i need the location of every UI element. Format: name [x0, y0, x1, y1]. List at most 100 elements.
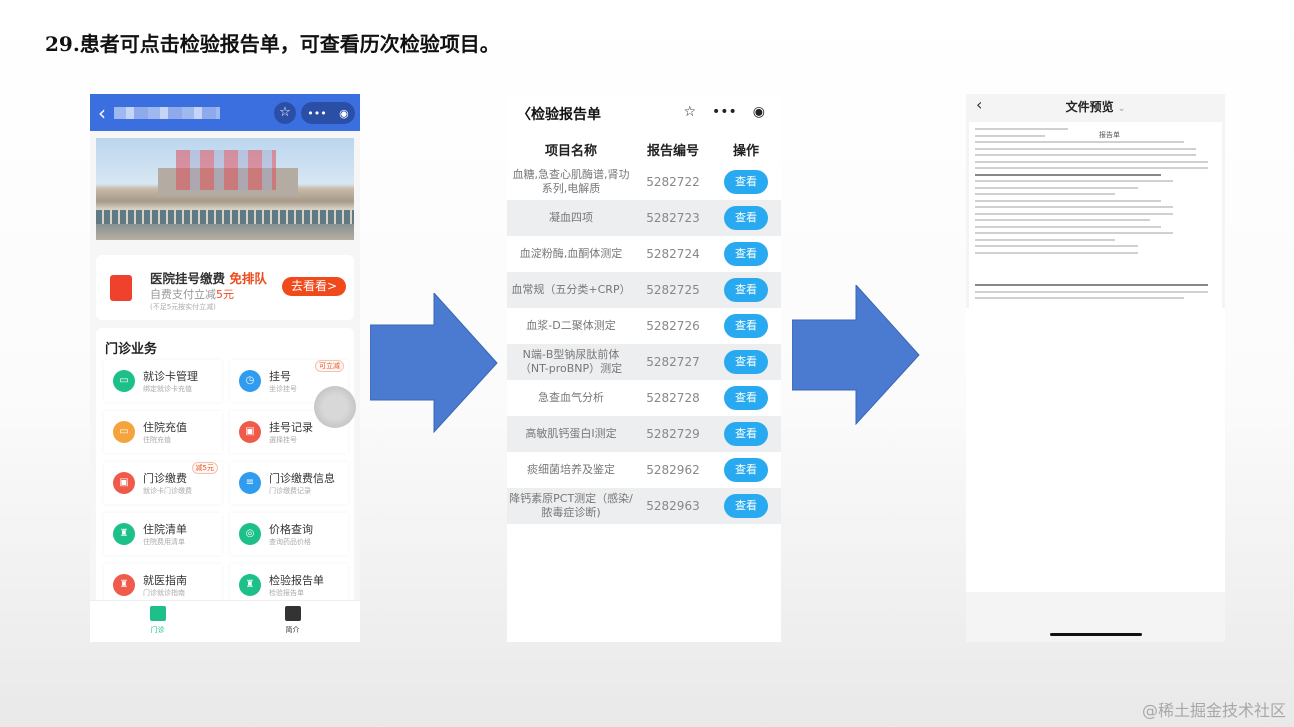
item-name: N端-B型钠尿肽前体（NT-proBNP）测定	[519, 348, 623, 375]
document-text-line	[975, 232, 1173, 234]
list-icon: ≡	[239, 472, 261, 494]
service-item[interactable]: ◎ 价格查询 查询药品价格	[230, 513, 348, 555]
document-text-line	[975, 167, 1208, 169]
outpatient-services: 门诊业务 ▭ 就诊卡管理 绑定就诊卡充值 ◷ 挂号 坐诊挂号 可立减 ▭ 住院充值 住…	[96, 328, 354, 608]
close-target-icon[interactable]: ◉	[339, 107, 349, 120]
view-button[interactable]: 查看	[724, 350, 768, 374]
tab-1[interactable]: 简介	[225, 601, 360, 642]
service-sub: 就诊卡门诊缴费	[143, 487, 192, 495]
more-icon[interactable]: •••	[307, 107, 326, 120]
table-header: 项目名称 报告编号 操作	[507, 134, 781, 164]
service-item[interactable]: ♜ 住院清单 住院费用清单	[104, 513, 222, 555]
target-icon[interactable]: ◉	[753, 104, 765, 120]
document-text-line	[975, 186, 1138, 189]
table-row: 凝血四项 5282723 查看	[507, 200, 781, 236]
document-text-line	[975, 180, 1173, 182]
document-text-line	[975, 212, 1173, 215]
card-icon: ▭	[113, 370, 135, 392]
page-title: 文件预览	[1065, 100, 1114, 114]
service-sub: 门诊就诊指南	[143, 589, 185, 597]
service-name: 门诊缴费信息	[269, 472, 335, 485]
view-button[interactable]: 查看	[724, 494, 768, 518]
service-sub: 门诊缴费记录	[269, 487, 311, 495]
table-row: 血浆-D二聚体测定 5282726 查看	[507, 308, 781, 344]
nav-bar: ‹ 文件预览 ⌄	[966, 94, 1225, 118]
view-button[interactable]: 查看	[724, 314, 768, 338]
view-button[interactable]: 查看	[724, 206, 768, 230]
table-row: 血糖,急查心肌酶谱,肾功系列,电解质 5282722 查看	[507, 164, 781, 200]
promo-note: (不足5元按实付立减)	[150, 303, 216, 311]
nav-bar: ‹ ☆ ••• ◉	[90, 94, 360, 131]
record-icon: ▣	[239, 421, 261, 443]
promo-card[interactable]: 医院挂号缴费 免排队 自费支付立减5元 (不足5元按实付立减) 去看看>	[96, 255, 354, 320]
document-text-line	[975, 193, 1115, 195]
document-title: 报告单	[1099, 131, 1120, 139]
document-text-line	[975, 251, 1138, 254]
clock-icon: ◷	[239, 370, 261, 392]
service-item[interactable]: ▣ 门诊缴费 就诊卡门诊缴费 减5元	[104, 462, 222, 504]
view-button[interactable]: 查看	[724, 458, 768, 482]
nav-bar: 〈检验报告单 ☆ ••• ◉	[507, 94, 781, 134]
document-text-line	[975, 154, 1197, 156]
service-name: 挂号	[269, 370, 291, 383]
report-id: 5282962	[646, 463, 700, 477]
table-row: 血常规（五分类+CRP） 5282725 查看	[507, 272, 781, 308]
home-indicator[interactable]	[1050, 633, 1142, 636]
home-icon	[149, 606, 166, 621]
view-button[interactable]: 查看	[724, 278, 768, 302]
payment-icon: ▣	[113, 472, 135, 494]
floating-assistive-button[interactable]	[314, 386, 356, 428]
report-icon: ♜	[239, 574, 261, 596]
service-name: 住院清单	[143, 523, 187, 536]
file-preview-screen: ‹ 文件预览 ⌄ 报告单	[966, 94, 1225, 642]
document-text-line	[975, 147, 1197, 150]
tab-0[interactable]: 门诊	[90, 601, 225, 642]
back-icon[interactable]: ‹	[98, 101, 106, 125]
service-name: 价格查询	[269, 523, 313, 536]
red-envelope-icon	[110, 275, 132, 301]
item-name: 血浆-D二聚体测定	[526, 319, 616, 332]
table-row: 血淀粉酶,血酮体测定 5282724 查看	[507, 236, 781, 272]
report-document-preview[interactable]: 报告单	[969, 122, 1222, 308]
report-id: 5282727	[646, 355, 700, 369]
service-sub: 住院充值	[143, 436, 171, 444]
favorite-star-icon[interactable]: ☆	[274, 102, 296, 124]
service-item[interactable]: ▭ 就诊卡管理 绑定就诊卡充值	[104, 360, 222, 402]
document-text-line	[975, 245, 1138, 247]
report-id: 5282722	[646, 175, 700, 189]
service-sub: 選择挂号	[269, 436, 297, 444]
back-icon[interactable]: 〈	[517, 107, 531, 123]
service-name: 检验报告单	[269, 574, 324, 587]
service-sub: 查询药品价格	[269, 538, 311, 546]
document-text-line	[975, 206, 1173, 208]
service-sub: 坐诊挂号	[269, 385, 297, 393]
right-arrow-icon	[370, 293, 498, 433]
favorite-star-icon[interactable]: ☆	[683, 104, 696, 120]
report-id: 5282724	[646, 247, 700, 261]
go-see-button[interactable]: 去看看>	[282, 277, 346, 296]
guide-icon: ♜	[113, 574, 135, 596]
service-name: 门诊缴费	[143, 472, 187, 485]
view-button[interactable]: 查看	[724, 242, 768, 266]
service-item[interactable]: ≡ 门诊缴费信息 门诊缴费记录	[230, 462, 348, 504]
report-table: 血糖,急查心肌酶谱,肾功系列,电解质 5282722 查看 凝血四项 528272…	[507, 164, 781, 524]
service-name: 就医指南	[143, 574, 187, 587]
right-arrow-icon	[792, 285, 920, 425]
item-name: 高敏肌钙蛋白I测定	[525, 427, 617, 440]
mini-program-capsule[interactable]: ••• ◉	[301, 102, 355, 124]
document-text-line	[975, 199, 1162, 202]
document-text-line	[975, 173, 1162, 176]
service-sub: 住院费用清单	[143, 538, 185, 546]
service-item[interactable]: ▭ 住院充值 住院充值	[104, 411, 222, 453]
section-title: 门诊业务	[105, 342, 158, 357]
view-button[interactable]: 查看	[724, 422, 768, 446]
card-icon: ▭	[113, 421, 135, 443]
discount-tag: 可立减	[315, 360, 344, 372]
more-icon[interactable]: •••	[712, 104, 737, 120]
view-button[interactable]: 查看	[724, 386, 768, 410]
dropdown-icon[interactable]: ⌄	[1118, 104, 1126, 114]
document-text-line	[975, 160, 1208, 163]
tab-label: 简介	[285, 626, 300, 634]
view-button[interactable]: 查看	[724, 170, 768, 194]
document-text-line	[975, 238, 1115, 241]
